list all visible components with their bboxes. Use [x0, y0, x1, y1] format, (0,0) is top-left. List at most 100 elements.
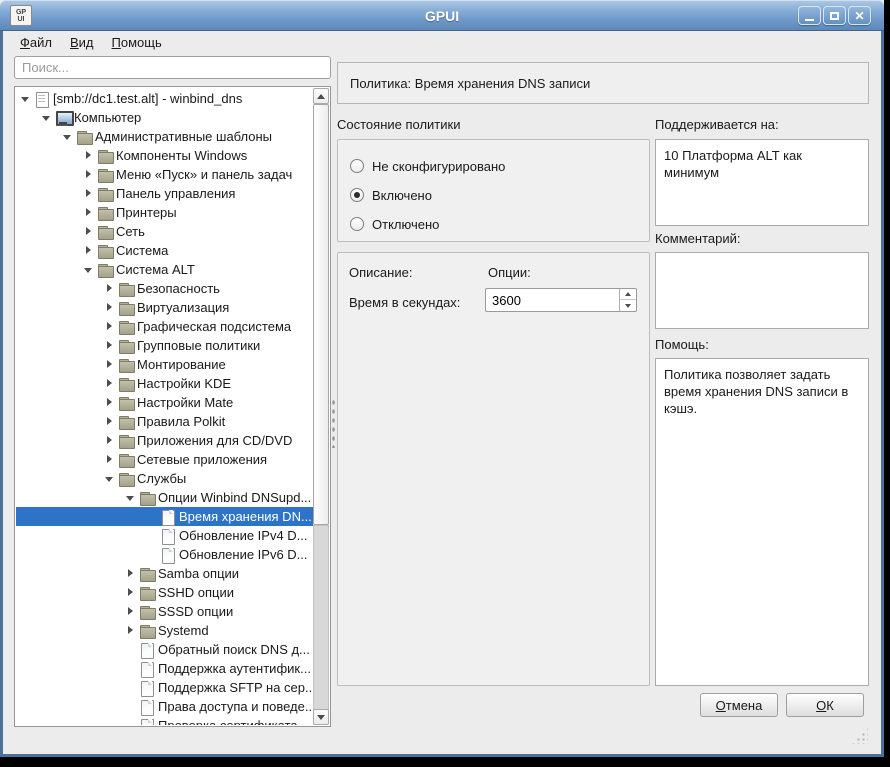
expander-icon[interactable]	[102, 338, 118, 354]
policy-document-icon	[139, 699, 155, 715]
tree-row-label: Systemd	[155, 623, 209, 638]
expander-icon[interactable]	[123, 604, 139, 620]
tree-row[interactable]: Графическая подсистема	[16, 317, 313, 336]
radio-input[interactable]	[350, 188, 364, 202]
tree-row[interactable]: Виртуализация	[16, 298, 313, 317]
tree-row[interactable]: Сеть	[16, 222, 313, 241]
expander-icon[interactable]	[18, 91, 34, 107]
tree-row[interactable]: Systemd	[16, 621, 313, 640]
radio-option[interactable]: Включено	[350, 185, 649, 205]
seconds-input[interactable]	[486, 289, 619, 311]
spin-up-button[interactable]	[620, 289, 636, 300]
expander-icon[interactable]	[102, 319, 118, 335]
expander-icon[interactable]	[102, 433, 118, 449]
tree-row[interactable]: Настройки Mate	[16, 393, 313, 412]
tree-row[interactable]: Время хранения DN...	[16, 507, 313, 526]
folder-icon	[118, 357, 134, 373]
expander-icon[interactable]	[81, 167, 97, 183]
expander-icon[interactable]	[81, 224, 97, 240]
tree-row[interactable]: Принтеры	[16, 203, 313, 222]
scroll-thumb[interactable]	[313, 104, 329, 525]
tree-row[interactable]: Система	[16, 241, 313, 260]
tree-row[interactable]: Поддержка SFTP на сер...	[16, 678, 313, 697]
description-label: Описание:	[349, 265, 412, 281]
expander-icon[interactable]	[81, 205, 97, 221]
menu-item-help[interactable]: Помощь	[103, 33, 171, 54]
tree-row[interactable]: Samba опции	[16, 564, 313, 583]
scroll-track[interactable]	[313, 525, 329, 711]
tree-row[interactable]: SSHD опции	[16, 583, 313, 602]
tree-row[interactable]: Приложения для CD/DVD	[16, 431, 313, 450]
tree-row[interactable]: Права доступа и поведе...	[16, 697, 313, 716]
expander-icon[interactable]	[102, 376, 118, 392]
maximize-button[interactable]	[823, 6, 846, 25]
expander-icon[interactable]	[123, 566, 139, 582]
expander-icon[interactable]	[102, 452, 118, 468]
tree-row[interactable]: Обновление IPv6 D...	[16, 545, 313, 564]
scroll-down-button[interactable]	[313, 709, 329, 725]
tree-row[interactable]: Проверка сертификата	[16, 716, 313, 725]
minimize-button[interactable]	[798, 6, 821, 25]
scroll-up-button[interactable]	[313, 88, 329, 104]
expander-icon[interactable]	[102, 357, 118, 373]
tree-row[interactable]: Безопасность	[16, 279, 313, 298]
radio-input[interactable]	[350, 159, 364, 173]
close-icon: ✕	[854, 10, 864, 22]
expander-icon[interactable]	[102, 300, 118, 316]
tree-row[interactable]: Панель управления	[16, 184, 313, 203]
minimize-icon	[805, 19, 814, 21]
tree-row[interactable]: SSSD опции	[16, 602, 313, 621]
expander-icon[interactable]	[81, 262, 97, 278]
tree-row[interactable]: Поддержка аутентифик...	[16, 659, 313, 678]
cancel-button[interactable]: Отмена	[700, 693, 778, 717]
tree-row[interactable]: Компьютер	[16, 108, 313, 127]
expander-icon[interactable]	[81, 243, 97, 259]
ok-button[interactable]: ОК	[786, 693, 864, 717]
menu-item-file[interactable]: Файл	[11, 33, 61, 54]
tree-row[interactable]: Административные шаблоны	[16, 127, 313, 146]
expander-icon[interactable]	[102, 281, 118, 297]
help-text: Политика позволяет задать время хранения…	[664, 367, 848, 416]
state-group-title: Состояние политики	[337, 117, 460, 133]
size-grip[interactable]	[851, 727, 868, 744]
panel-splitter[interactable]	[331, 398, 336, 448]
tree-row-label: Система ALT	[113, 262, 195, 277]
tree-row-label: Система	[113, 243, 168, 258]
tree-row[interactable]: Настройки KDE	[16, 374, 313, 393]
expander-icon[interactable]	[39, 110, 55, 126]
radio-input[interactable]	[350, 217, 364, 231]
tree-row[interactable]: Службы	[16, 469, 313, 488]
tree-row[interactable]: Компоненты Windows	[16, 146, 313, 165]
menu-item-view[interactable]: Вид	[61, 33, 103, 54]
expander-icon[interactable]	[81, 186, 97, 202]
tree-row[interactable]: Меню «Пуск» и панель задач	[16, 165, 313, 184]
expander-icon[interactable]	[60, 129, 76, 145]
expander-icon[interactable]	[102, 471, 118, 487]
expander-icon[interactable]	[123, 490, 139, 506]
policy-header-label: Политика: Время хранения DNS записи	[350, 76, 590, 91]
tree-row[interactable]: Опции Winbind DNSupd...	[16, 488, 313, 507]
close-button[interactable]: ✕	[848, 6, 871, 25]
radio-option[interactable]: Отключено	[350, 214, 649, 234]
tree-row[interactable]: Монтирование	[16, 355, 313, 374]
comment-box[interactable]	[655, 252, 869, 329]
spin-down-button[interactable]	[620, 300, 636, 311]
expander-icon[interactable]	[123, 623, 139, 639]
expander-icon[interactable]	[123, 585, 139, 601]
tree-row[interactable]: Правила Polkit	[16, 412, 313, 431]
titlebar[interactable]: GP UI GPUI ✕	[0, 0, 884, 31]
tree-row-label: Обновление IPv6 D...	[176, 547, 308, 562]
tree-row[interactable]: Обратный поиск DNS д...	[16, 640, 313, 659]
tree-row[interactable]: Групповые политики	[16, 336, 313, 355]
tree-row[interactable]: [smb://dc1.test.alt] - winbind_dns	[16, 89, 313, 108]
search-input[interactable]	[14, 56, 331, 79]
expander-icon[interactable]	[102, 414, 118, 430]
tree-row[interactable]: Система ALT	[16, 260, 313, 279]
radio-option[interactable]: Не сконфигурировано	[350, 156, 649, 176]
options-label: Опции:	[488, 265, 531, 281]
tree-row[interactable]: Обновление IPv4 D...	[16, 526, 313, 545]
state-group-box: Не сконфигурировано Включено Отключено	[337, 139, 650, 242]
expander-icon[interactable]	[81, 148, 97, 164]
tree-row[interactable]: Сетевые приложения	[16, 450, 313, 469]
expander-icon[interactable]	[102, 395, 118, 411]
